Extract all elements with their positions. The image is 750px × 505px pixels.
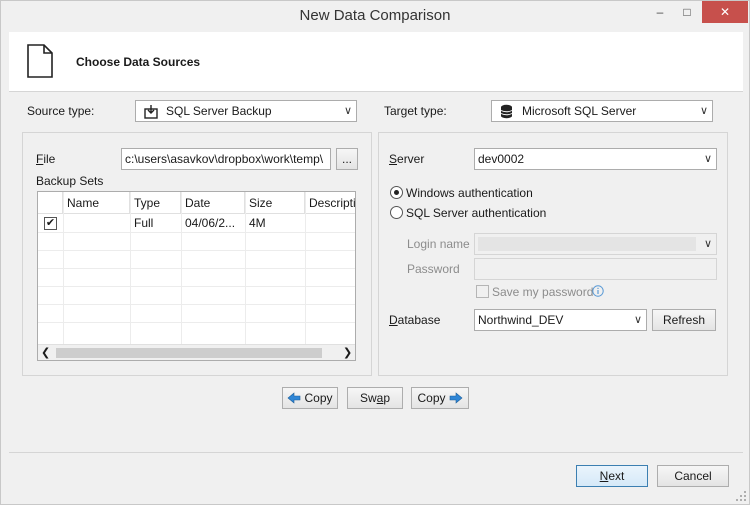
wizard-header: Choose Data Sources bbox=[9, 32, 743, 92]
file-label: File bbox=[36, 152, 56, 166]
title-bar: New Data Comparison – □ ✕ bbox=[1, 1, 749, 32]
password-field[interactable] bbox=[474, 258, 717, 280]
backup-row-description bbox=[305, 214, 355, 232]
dialog-window: New Data Comparison – □ ✕ Choose Data So… bbox=[0, 0, 750, 505]
swap-label: Swap bbox=[359, 391, 391, 405]
chevron-down-icon: ∨ bbox=[703, 153, 712, 165]
password-label: Password bbox=[407, 262, 460, 276]
server-label-rest: erver bbox=[397, 152, 425, 166]
close-button[interactable]: ✕ bbox=[702, 1, 748, 23]
login-name-select[interactable]: ∨ bbox=[474, 233, 717, 255]
column-header-type[interactable]: Type bbox=[130, 192, 181, 214]
windows-auth-radio[interactable] bbox=[390, 186, 403, 199]
arrow-left-icon bbox=[288, 392, 301, 404]
backup-sets-label: Backup Sets bbox=[36, 174, 104, 188]
grid-line bbox=[38, 268, 355, 269]
file-path-input[interactable]: c:\users\asavkov\dropbox\work\temp\ bbox=[121, 148, 331, 170]
column-header-size[interactable]: Size bbox=[245, 192, 305, 214]
server-label: Server bbox=[389, 152, 425, 166]
login-name-label: Login name bbox=[407, 237, 470, 251]
target-type-label: Target type: bbox=[384, 104, 447, 118]
maximize-button[interactable]: □ bbox=[675, 1, 699, 23]
file-path-value: c:\users\asavkov\dropbox\work\temp\ bbox=[125, 152, 324, 166]
copy-left-button[interactable]: Copy bbox=[282, 387, 338, 409]
column-header-name[interactable]: Name bbox=[63, 192, 130, 214]
backup-sets-grid[interactable]: Name Type Date Size Descriptio ✔ Full 04… bbox=[37, 191, 356, 361]
copy-right-button[interactable]: Copy bbox=[411, 387, 469, 409]
page-title: Choose Data Sources bbox=[76, 55, 201, 69]
source-type-value: SQL Server Backup bbox=[166, 104, 272, 118]
grid-line bbox=[38, 250, 355, 251]
backup-row-size: 4M bbox=[249, 216, 266, 230]
scroll-right-icon[interactable]: ❯ bbox=[343, 346, 352, 359]
database-label: Database bbox=[389, 313, 441, 327]
server-select[interactable]: dev0002 ∨ bbox=[474, 148, 717, 170]
minimize-button[interactable]: – bbox=[648, 1, 672, 23]
browse-button[interactable]: ... bbox=[336, 148, 358, 170]
arrow-right-icon bbox=[449, 392, 462, 404]
file-label-rest: ile bbox=[43, 152, 56, 166]
backup-row-checkbox[interactable]: ✔ bbox=[44, 217, 57, 230]
database-select[interactable]: Northwind_DEV ∨ bbox=[474, 309, 647, 331]
next-label: Next bbox=[599, 469, 625, 483]
column-header-check bbox=[38, 192, 63, 214]
grid-line bbox=[38, 304, 355, 305]
chevron-down-icon: ∨ bbox=[703, 238, 712, 250]
server-value: dev0002 bbox=[478, 152, 525, 166]
radio-selected-dot bbox=[394, 190, 399, 195]
source-type-select[interactable]: SQL Server Backup ∨ bbox=[135, 100, 357, 122]
backup-icon bbox=[144, 105, 158, 119]
grid-line bbox=[38, 322, 355, 323]
grid-line bbox=[38, 286, 355, 287]
footer-divider bbox=[9, 452, 743, 453]
document-icon bbox=[27, 44, 53, 78]
refresh-button[interactable]: Refresh bbox=[652, 309, 716, 331]
copy-left-label: Copy bbox=[304, 391, 333, 405]
chevron-down-icon: ∨ bbox=[343, 105, 352, 117]
chevron-down-icon: ∨ bbox=[633, 314, 642, 326]
cancel-button[interactable]: Cancel bbox=[657, 465, 729, 487]
column-header-date[interactable]: Date bbox=[181, 192, 245, 214]
login-name-value bbox=[478, 237, 696, 251]
swap-button[interactable]: Swap bbox=[347, 387, 403, 409]
database-value: Northwind_DEV bbox=[478, 313, 564, 327]
chevron-down-icon: ∨ bbox=[699, 105, 708, 117]
scroll-left-icon[interactable]: ❮ bbox=[41, 346, 50, 359]
grid-line bbox=[38, 232, 355, 233]
source-type-label: Source type: bbox=[27, 104, 95, 118]
column-header-description[interactable]: Descriptio bbox=[305, 192, 355, 214]
target-type-value: Microsoft SQL Server bbox=[522, 104, 637, 118]
database-icon bbox=[500, 104, 513, 119]
copy-right-label: Copy bbox=[417, 391, 446, 405]
save-password-checkbox[interactable] bbox=[476, 285, 489, 298]
sql-auth-radio[interactable] bbox=[390, 206, 403, 219]
scrollbar-thumb[interactable] bbox=[56, 348, 322, 358]
database-label-rest: atabase bbox=[397, 313, 441, 327]
target-type-select[interactable]: Microsoft SQL Server ∨ bbox=[491, 100, 713, 122]
window-title: New Data Comparison bbox=[299, 7, 451, 24]
resize-grip-icon[interactable] bbox=[735, 490, 747, 502]
sql-auth-label[interactable]: SQL Server authentication bbox=[406, 206, 546, 220]
info-icon[interactable] bbox=[592, 285, 604, 297]
save-password-label: Save my password bbox=[492, 285, 594, 299]
backup-row-date: 04/06/2... bbox=[185, 216, 236, 230]
next-button[interactable]: Next bbox=[576, 465, 648, 487]
horizontal-scrollbar[interactable]: ❮ ❯ bbox=[38, 344, 355, 360]
backup-row-name bbox=[63, 214, 130, 232]
backup-row-type: Full bbox=[134, 216, 154, 230]
windows-auth-label[interactable]: Windows authentication bbox=[406, 186, 533, 200]
